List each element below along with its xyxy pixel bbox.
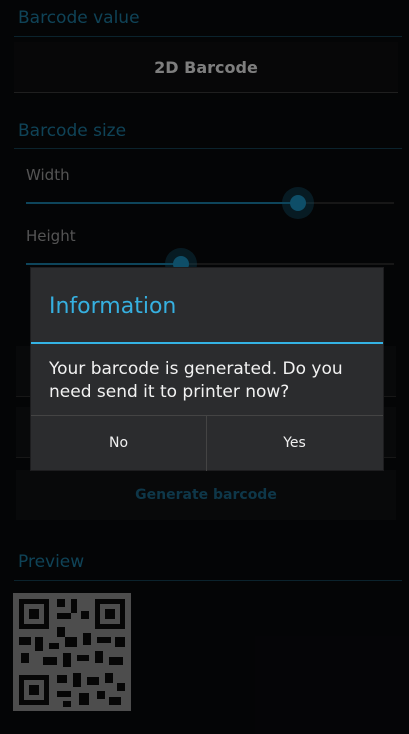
dialog-button-bar: No Yes: [31, 415, 383, 471]
dialog-message: Your barcode is generated. Do you need s…: [49, 359, 343, 402]
no-button[interactable]: No: [31, 416, 206, 471]
dialog-title-divider: [31, 342, 383, 344]
information-dialog: Information Your barcode is generated. D…: [31, 268, 383, 471]
yes-button[interactable]: Yes: [207, 416, 382, 471]
dialog-title: Information: [49, 294, 177, 319]
